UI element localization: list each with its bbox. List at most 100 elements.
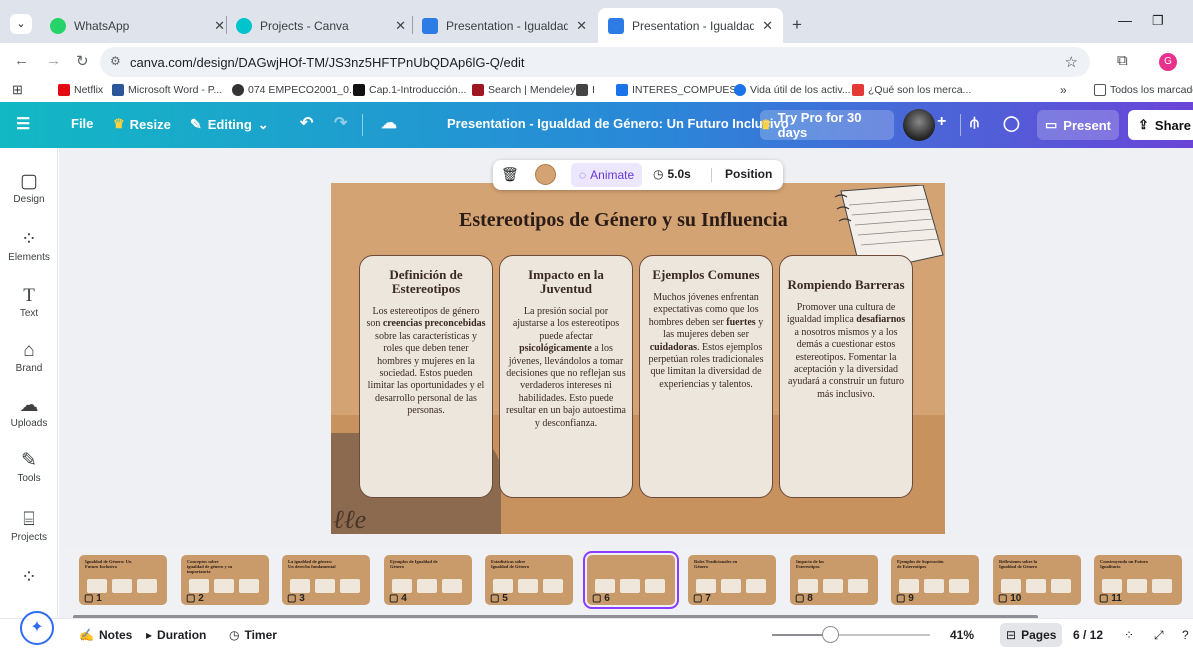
extensions-icon[interactable]: ⧉: [1117, 52, 1128, 69]
page-thumbnail[interactable]: Roles Tradicionales en Género ▢ 7: [688, 555, 776, 605]
insights-icon[interactable]: ⫛: [970, 114, 979, 131]
bottom-bar: ✦ ✍ Notes ▸ Duration ◷ Timer 41% ⊟ Pages 6 /…: [0, 611, 1193, 651]
all-bookmarks[interactable]: Todos los marcadores: [1094, 84, 1193, 96]
page-thumbnail[interactable]: Estadísticas sobre Igualdad de Género ▢ 5: [485, 555, 573, 605]
thumbnail-shape: [595, 579, 615, 593]
reload-icon[interactable]: ↻: [76, 52, 89, 70]
page-thumbnail[interactable]: ▢ 6: [583, 551, 679, 609]
bookmark-interes[interactable]: INTERES_COMPUES...: [616, 84, 745, 96]
bookmark-word[interactable]: Microsoft Word - P...: [112, 84, 222, 96]
thumbnail-shape: [721, 579, 741, 593]
page-thumbnail[interactable]: Reflexiones sobre la Igualdad de Género ▢…: [993, 555, 1081, 605]
bookmark-mendeley[interactable]: Search | Mendeley: [472, 84, 575, 96]
thumbnail-shape: [746, 579, 766, 593]
bookmark-netflix[interactable]: Netflix: [58, 84, 103, 96]
card-impacto[interactable]: Impacto en la Juventud La presión social…: [499, 255, 633, 498]
magic-assistant-button[interactable]: ✦: [20, 611, 54, 645]
editing-dropdown[interactable]: ✎ Editing ⌄: [190, 116, 269, 133]
slides-icon: [422, 17, 438, 34]
duration-button[interactable]: ◷ 5.0s: [653, 167, 691, 181]
menu-icon[interactable]: ☰: [16, 114, 30, 134]
sidebar-item-brand[interactable]: ⌂ Brand: [0, 339, 58, 374]
resize-button[interactable]: ♛ Resize: [113, 116, 171, 132]
slide-canvas[interactable]: ℓℓe Estereotipos de Género y su Influenc…: [331, 183, 945, 534]
tab-whatsapp[interactable]: WhatsApp ✕: [40, 8, 235, 43]
zoom-level[interactable]: 41%: [950, 628, 974, 642]
sidebar-item-uploads[interactable]: ☁ Uploads: [0, 394, 58, 429]
page-thumbnail[interactable]: Construyendo un Futuro Igualitario ▢ 11: [1094, 555, 1182, 605]
bookmark-star-icon[interactable]: ☆: [1065, 53, 1078, 71]
card-definicion[interactable]: Definición de Estereotipos Los estereoti…: [359, 255, 493, 498]
try-pro-button[interactable]: ♛ Try Pro for 30 days: [760, 110, 894, 140]
duration-button[interactable]: ▸ Duration: [146, 628, 206, 642]
pages-button[interactable]: ⊟ Pages: [1000, 623, 1063, 647]
thumbnail-number: ▢ 8: [795, 593, 813, 604]
position-button[interactable]: Position: [725, 167, 772, 181]
help-icon[interactable]: ?: [1182, 628, 1189, 642]
bookmark-cap1[interactable]: Cap.1-Introducción...: [353, 84, 466, 96]
sidebar-item-text[interactable]: T Text: [0, 284, 58, 319]
redo-icon[interactable]: ↷: [334, 113, 347, 133]
thumbnail-title: Construyendo un Futuro Igualitario: [1100, 559, 1148, 569]
minimize-button[interactable]: —: [1118, 12, 1132, 28]
site-info-icon[interactable]: ⚙: [110, 54, 121, 68]
thumbnail-shape: [442, 579, 462, 593]
sidebar-item-tools[interactable]: ✎ Tools: [0, 449, 58, 484]
timer-button[interactable]: ◷ Timer: [229, 628, 277, 642]
sidebar-item-elements[interactable]: ⁘ Elements: [0, 228, 58, 263]
apps-icon[interactable]: ⊞: [12, 82, 23, 98]
save-status-icon[interactable]: ☁: [381, 113, 397, 133]
tab-search-icon[interactable]: ⌄: [10, 14, 32, 34]
sidebar-item-projects[interactable]: ⌸ Projects: [0, 508, 58, 543]
bookmark-empeco[interactable]: 074 EMPECO2001_0...: [232, 84, 358, 96]
page-thumbnail[interactable]: Conceptos sobre igualdad de género y su …: [181, 555, 269, 605]
grid-view-icon[interactable]: ⁘: [1124, 628, 1134, 642]
animate-button[interactable]: ◌ Animate: [571, 163, 643, 187]
page-thumbnail[interactable]: La igualdad de género: Un derecho fundam…: [282, 555, 370, 605]
new-tab-button[interactable]: +: [792, 15, 802, 35]
add-collaborator-icon[interactable]: +: [937, 113, 946, 131]
page-thumbnail[interactable]: Ejemplos de Superación de Estereotipos ▢ …: [891, 555, 979, 605]
card-ejemplos[interactable]: Ejemplos Comunes Muchos jóvenes enfrenta…: [639, 255, 773, 498]
close-tab-icon[interactable]: ✕: [395, 18, 406, 34]
file-menu[interactable]: File: [71, 116, 93, 131]
close-tab-icon[interactable]: ✕: [214, 18, 225, 34]
bookmarks-bar: ⊞ Netflix Microsoft Word - P... 074 EMPE…: [0, 80, 1193, 102]
page-thumbnail[interactable]: Ejemplos de Igualdad de Género ▢ 4: [384, 555, 472, 605]
thumbnail-shape: [823, 579, 843, 593]
page-thumbnail[interactable]: Impacto de los Estereotipos ▢ 8: [790, 555, 878, 605]
close-tab-icon[interactable]: ✕: [762, 18, 773, 34]
card-rompiendo[interactable]: Rompiendo Barreras Promover una cultura …: [779, 255, 913, 498]
tab-presentation-active[interactable]: Presentation - Igualdad de Gén ✕: [598, 8, 783, 43]
thumbnail-number: ▢ 3: [287, 593, 305, 604]
profile-avatar[interactable]: G: [1159, 53, 1177, 71]
back-icon[interactable]: ←: [14, 52, 29, 69]
fullscreen-icon[interactable]: ⤢: [1154, 628, 1164, 643]
apps-grid-icon[interactable]: ⁘: [0, 566, 58, 590]
color-swatch[interactable]: [535, 164, 556, 185]
page-thumbnail[interactable]: Igualdad de Género: Un Futuro Inclusivo ▢…: [79, 555, 167, 605]
bookmark-mercados[interactable]: ¿Qué son los merca...: [852, 84, 971, 96]
zoom-slider-handle[interactable]: [822, 626, 840, 643]
share-button[interactable]: ⇪ Share: [1128, 110, 1193, 140]
restore-button[interactable]: ❐: [1152, 13, 1164, 29]
comment-icon[interactable]: ◯: [1003, 114, 1020, 132]
present-button[interactable]: ▭ Present: [1037, 110, 1119, 140]
bookmarks-overflow[interactable]: »: [1060, 83, 1067, 97]
thumbnail-shape: [798, 579, 818, 593]
close-tab-icon[interactable]: ✕: [576, 18, 587, 34]
undo-icon[interactable]: ↶: [300, 113, 313, 133]
bookmark-i[interactable]: I: [576, 84, 595, 96]
forward-icon[interactable]: →: [46, 52, 61, 69]
delete-icon[interactable]: 🗑: [501, 166, 519, 183]
design-title[interactable]: Presentation - Igualdad de Género: Un Fu…: [447, 116, 789, 131]
sidebar-item-design[interactable]: ▢ Design: [0, 170, 58, 205]
collaborator-avatar[interactable]: [903, 109, 935, 141]
slide-title[interactable]: Estereotipos de Género y su Influencia: [459, 209, 788, 232]
address-bar[interactable]: ⚙ canva.com/design/DAGwjHOf-TM/JS3nz5HFT…: [100, 47, 1090, 77]
tab-presentation[interactable]: Presentation - Igualdad de Gén ✕: [412, 8, 597, 43]
thumbnail-shape: [239, 579, 259, 593]
tab-projects-canva[interactable]: Projects - Canva ✕: [226, 8, 416, 43]
bookmark-vida-util[interactable]: Vida útil de los activ...: [734, 84, 851, 96]
notes-button[interactable]: ✍ Notes: [79, 628, 132, 642]
